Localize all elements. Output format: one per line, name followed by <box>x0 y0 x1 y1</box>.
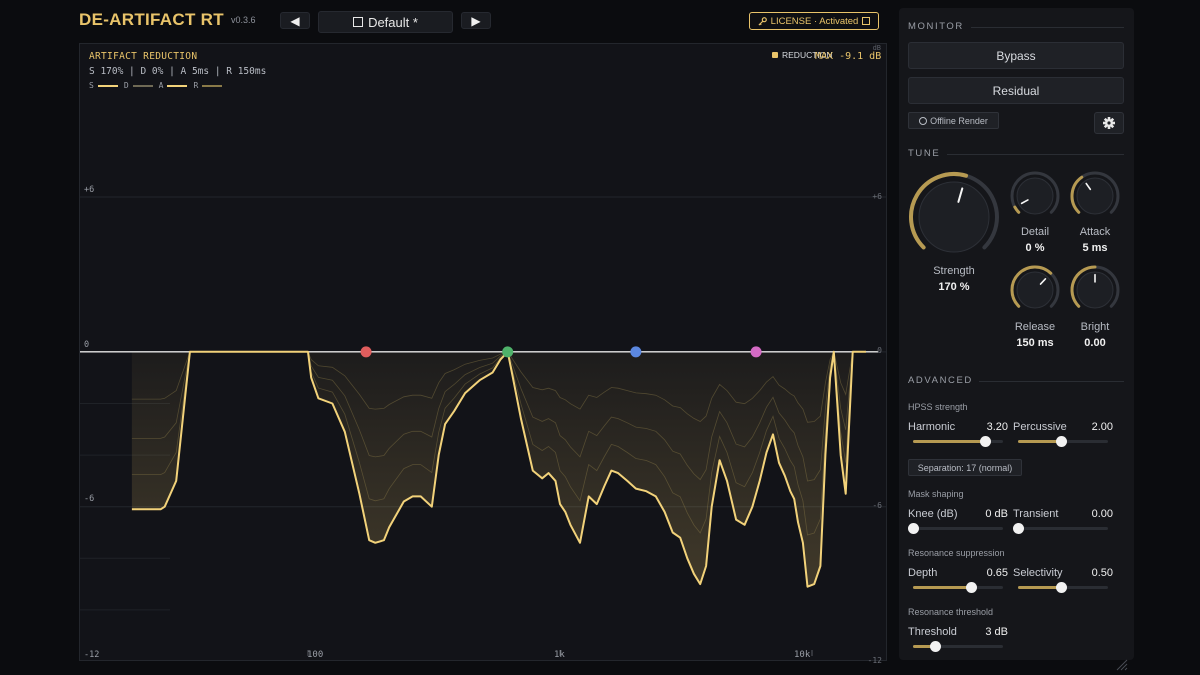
depth-label: Depth <box>908 567 938 579</box>
mask-shaping-label: Mask shaping <box>908 489 964 499</box>
slider-thumb[interactable] <box>908 523 919 534</box>
band-node[interactable] <box>750 346 762 358</box>
control-panel: MONITOR Bypass Residual Offline Render T… <box>899 8 1134 660</box>
preset-box-icon <box>353 17 364 27</box>
db-unit-label: dB <box>872 44 881 52</box>
license-button[interactable]: LICENSE · Activated <box>749 12 879 30</box>
advanced-divider <box>979 381 1124 382</box>
release-knob[interactable] <box>1009 264 1061 316</box>
y-label-right-zero: 0 <box>877 346 882 355</box>
attack-value: 5 ms <box>1082 242 1108 254</box>
percussive-slider[interactable] <box>1018 435 1108 447</box>
y-label-plus6: +6 <box>84 185 95 195</box>
harmonic-value: 3.20 <box>986 421 1008 433</box>
depth-value: 0.65 <box>986 567 1008 579</box>
legend-item-d: D <box>124 81 153 90</box>
y-label-minus6: -6 <box>84 494 95 504</box>
display-title: ARTIFACT REDUCTION <box>89 51 198 62</box>
y-label-minus12: -12 <box>84 650 100 660</box>
offline-render-toggle[interactable]: Offline Render <box>908 112 999 129</box>
bypass-button[interactable]: Bypass <box>908 42 1124 69</box>
knee-value: 0 dB <box>985 508 1008 520</box>
knee-slider[interactable] <box>908 522 1003 534</box>
residual-button[interactable]: Residual <box>908 77 1124 104</box>
threshold-label: Threshold <box>908 626 957 638</box>
attack-label: Attack <box>1079 226 1111 238</box>
strength-value: 170 % <box>938 281 970 293</box>
strength-knob[interactable] <box>908 171 1000 263</box>
prev-arrow-icon: ◀ <box>290 13 300 28</box>
y-label-right-plus6: +6 <box>872 192 882 201</box>
license-text: LICENSE · Activated <box>770 15 859 27</box>
threshold-value: 3 dB <box>985 626 1008 638</box>
slider-thumb[interactable] <box>1013 523 1024 534</box>
legend-item-a: A <box>159 81 188 90</box>
legend-item-r: R <box>193 81 223 90</box>
band-node[interactable] <box>630 346 642 358</box>
harmonic-slider[interactable] <box>913 435 1003 447</box>
separation-dropdown[interactable]: Separation: 17 (normal) <box>908 459 1022 476</box>
slider-thumb[interactable] <box>980 436 991 447</box>
band-node[interactable] <box>360 346 372 358</box>
detail-knob[interactable] <box>1009 170 1061 222</box>
next-preset-button[interactable]: ▶ <box>461 12 491 29</box>
transient-value: 0.00 <box>1091 508 1113 520</box>
monitor-divider <box>971 27 1124 28</box>
resonance-threshold-label: Resonance threshold <box>908 607 994 617</box>
transient-slider[interactable] <box>1013 522 1108 534</box>
harmonic-label: Harmonic <box>908 421 956 433</box>
reduction-swatch <box>772 52 778 58</box>
y-label-right-minus12: -12 <box>867 656 882 665</box>
reduction-max-readout: MAX -9.1 dB <box>815 51 882 62</box>
strength-label: Strength <box>933 265 975 277</box>
slider-thumb[interactable] <box>965 582 977 593</box>
license-box-icon <box>862 17 871 25</box>
prev-preset-button[interactable]: ◀ <box>280 12 310 29</box>
depth-slider[interactable] <box>913 581 1003 593</box>
y-label-zero: 0 <box>84 340 90 350</box>
next-arrow-icon: ▶ <box>471 13 481 28</box>
hpss-label: HPSS strength <box>908 402 968 412</box>
bright-label: Bright <box>1080 321 1110 333</box>
y-label-right-minus6: -6 <box>872 501 882 510</box>
slider-thumb[interactable] <box>1056 582 1068 593</box>
reduction-display[interactable]: ARTIFACT REDUCTION S 170% | D 0% | A 5ms… <box>79 43 887 665</box>
advanced-section-title: ADVANCED <box>908 375 973 386</box>
settings-button[interactable] <box>1094 112 1124 134</box>
knee-label: Knee (dB) <box>908 508 958 520</box>
resize-grip-icon[interactable] <box>1114 657 1128 671</box>
x-label-1k: 1k <box>554 650 565 660</box>
bright-value: 0.00 <box>1084 337 1106 349</box>
x-label-10k: 10k <box>794 650 811 660</box>
monitor-section-title: MONITOR <box>908 21 964 32</box>
radio-circle-icon <box>919 116 928 125</box>
app-title: DE-ARTIFACT RT <box>79 10 224 29</box>
attack-knob[interactable] <box>1069 170 1121 222</box>
gear-icon <box>1103 117 1115 129</box>
tune-divider <box>947 154 1124 155</box>
transient-label: Transient <box>1013 508 1059 520</box>
percussive-label: Percussive <box>1013 421 1067 433</box>
preset-selector[interactable]: Default * <box>318 11 453 33</box>
display-params: S 170% | D 0% | A 5ms | R 150ms <box>89 66 267 77</box>
selectivity-slider[interactable] <box>1018 581 1108 593</box>
preset-name: Default * <box>368 14 418 30</box>
selectivity-label: Selectivity <box>1013 567 1063 579</box>
bright-knob[interactable] <box>1069 264 1121 316</box>
slider-thumb[interactable] <box>929 641 941 652</box>
offline-render-label: Offline Render <box>930 115 988 126</box>
x-label-100: 100 <box>307 650 324 660</box>
selectivity-value: 0.50 <box>1091 567 1113 579</box>
percussive-value: 2.00 <box>1091 421 1113 433</box>
resonance-suppression-label: Resonance suppression <box>908 548 1005 558</box>
key-icon <box>758 16 767 26</box>
display-legend: S D A R <box>89 81 223 90</box>
tune-section-title: TUNE <box>908 148 941 159</box>
legend-item-s: S <box>89 81 118 90</box>
version-label: v0.3.6 <box>231 15 256 25</box>
slider-thumb[interactable] <box>1056 436 1068 447</box>
reduction-plot[interactable] <box>80 44 886 660</box>
threshold-slider[interactable] <box>913 640 1003 652</box>
band-node[interactable] <box>502 346 514 358</box>
